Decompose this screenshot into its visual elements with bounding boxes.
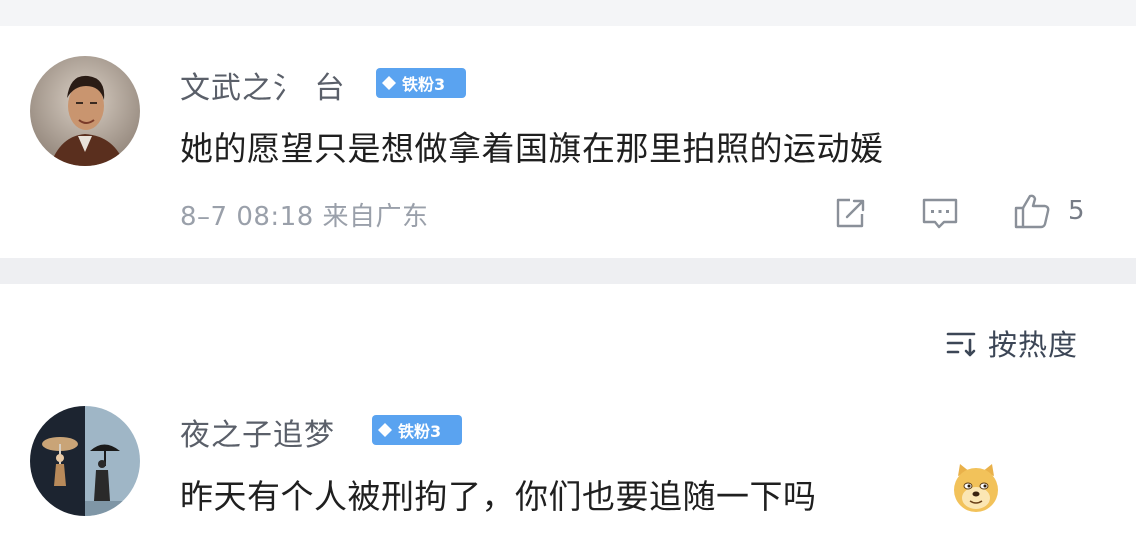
section-divider [0, 258, 1136, 284]
badge-label: 铁粉3 [398, 422, 442, 441]
comment-text: 她的愿望只是想做拿着国旗在那里拍照的运动媛 [180, 129, 884, 168]
diamond-icon [378, 423, 392, 437]
fan-level-badge: 铁粉3 [376, 68, 466, 98]
username[interactable]: 文武之氵 台 [180, 63, 346, 107]
reply-icon[interactable] [920, 193, 960, 233]
sort-by-hot-button[interactable]: 按热度 [944, 322, 1078, 364]
comment-meta: 8–7 08:18 来自广东 [180, 202, 429, 232]
avatar[interactable] [30, 406, 140, 516]
avatar[interactable] [30, 56, 140, 166]
comment-text: 昨天有个人被刑拘了，你们也要追随一下吗 [180, 477, 817, 516]
username[interactable]: 夜之子追梦 [180, 410, 335, 454]
share-icon[interactable] [830, 193, 870, 233]
diamond-icon [382, 76, 396, 90]
like-count: 5 [1068, 196, 1085, 226]
sort-label: 按热度 [988, 328, 1079, 362]
fan-level-badge: 铁粉3 [372, 415, 462, 445]
doge-emoji-icon [954, 464, 998, 512]
sort-icon [946, 332, 976, 357]
top-strip [0, 0, 1136, 26]
badge-label: 铁粉3 [402, 75, 446, 94]
like-icon[interactable] [1012, 191, 1052, 231]
